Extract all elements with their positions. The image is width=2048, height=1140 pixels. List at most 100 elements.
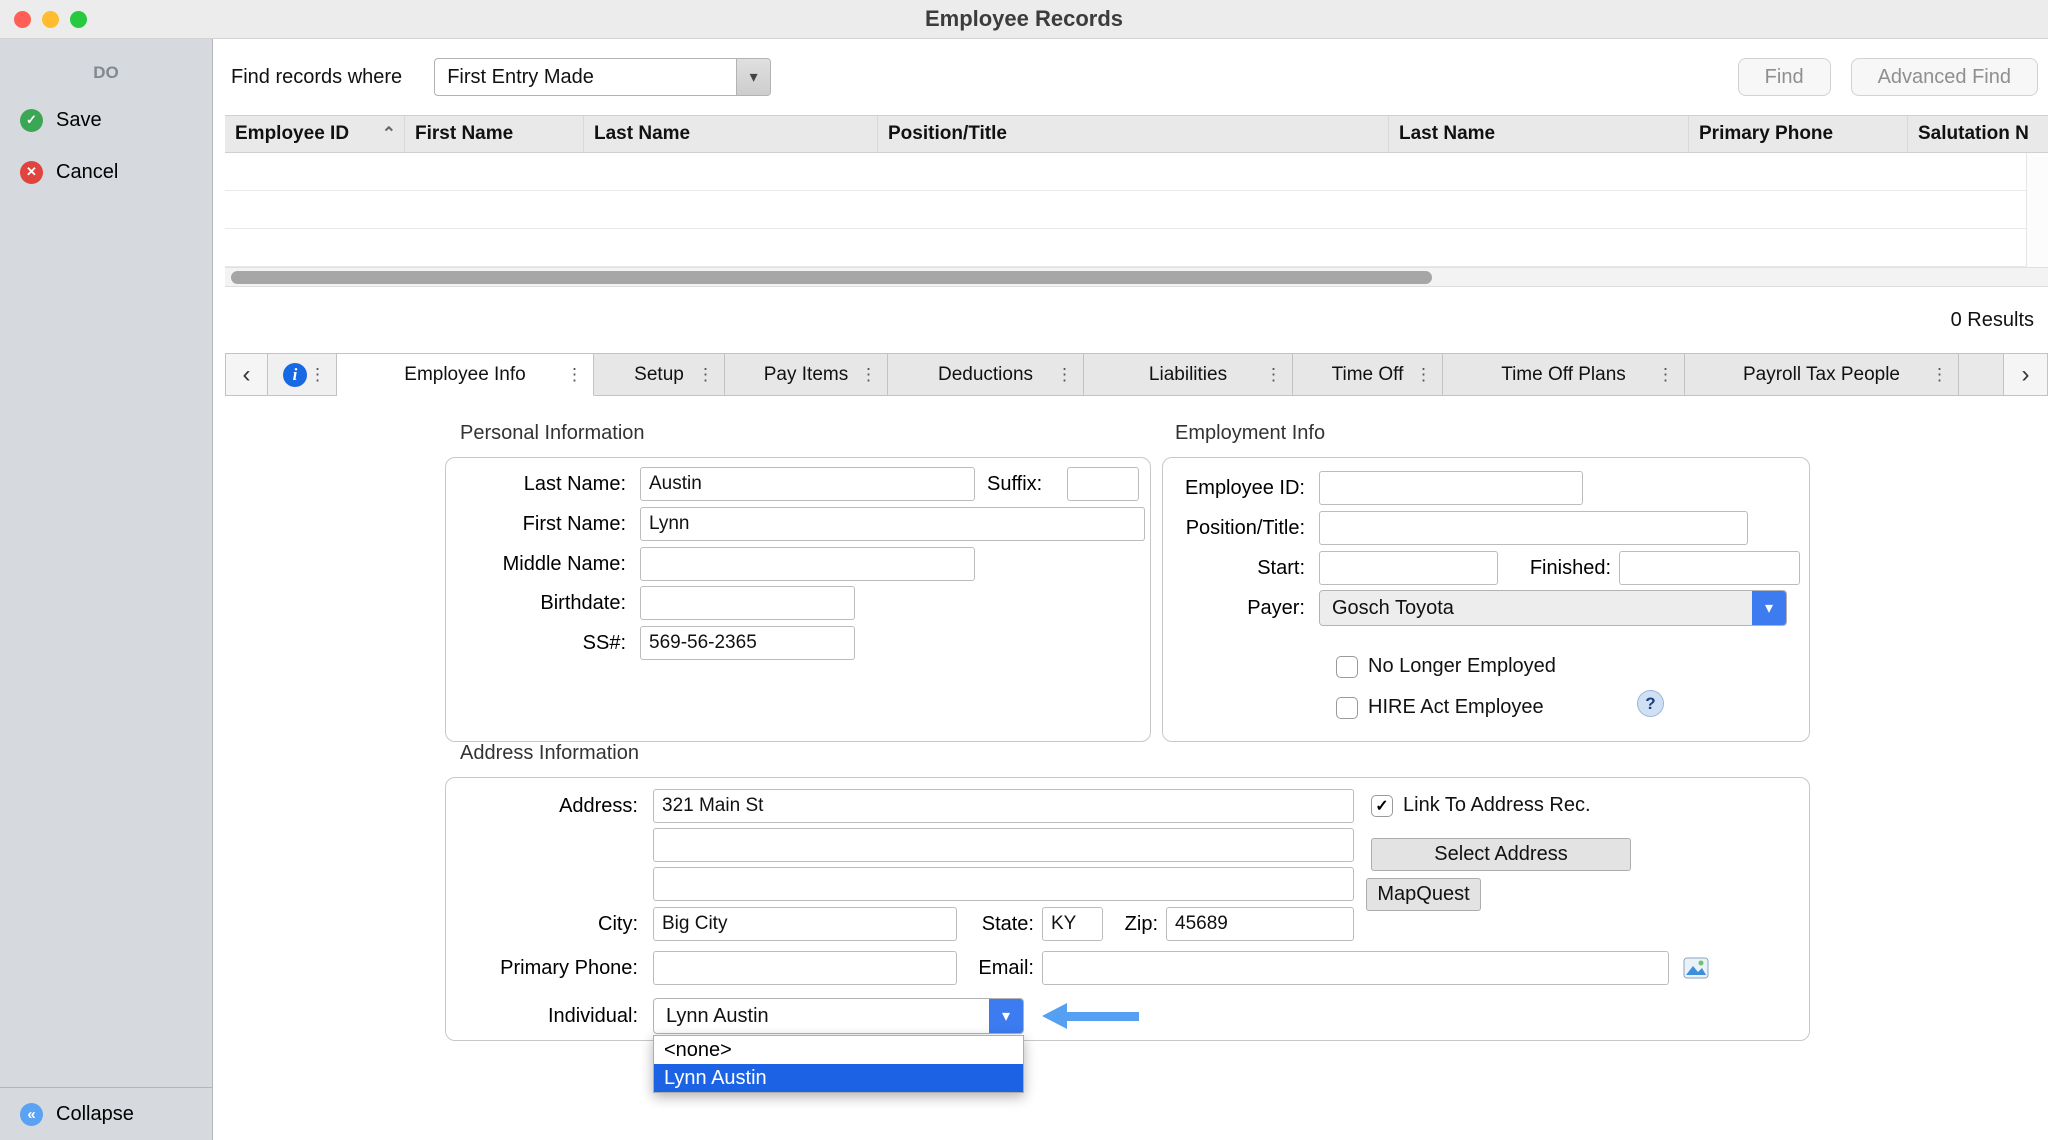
tab-menu-icon[interactable]: ⋮ [309,365,326,385]
tab-scroll-right-button[interactable]: › [2004,354,2048,396]
address-line3-input[interactable] [653,867,1354,901]
horizontal-scrollbar-thumb[interactable] [231,271,1432,284]
no-longer-employed-checkbox[interactable] [1336,656,1358,678]
find-records-where-label: Find records where [231,66,402,89]
primary-phone-label: Primary Phone: [446,957,649,980]
birthdate-input[interactable] [640,586,855,620]
employee-id-input[interactable] [1319,471,1583,505]
tab-time-off[interactable]: Time Off ⋮ [1293,354,1443,396]
suffix-input[interactable] [1067,467,1139,501]
address-line2-input[interactable] [653,828,1354,862]
position-title-input[interactable] [1319,511,1748,545]
pointer-arrow [1042,1003,1139,1029]
table-header-row: Employee ID ⌃ First Name Last Name Posit… [225,115,2048,153]
tab-bar-filler [1959,354,2004,396]
dropdown-chevron-icon[interactable]: ▾ [736,59,770,95]
window-title: Employee Records [0,6,2048,32]
column-header-primary-phone[interactable]: Primary Phone [1689,116,1908,152]
dropdown-option-none[interactable]: <none> [654,1036,1023,1064]
collapse-icon: « [20,1103,43,1126]
find-criteria-dropdown[interactable]: First Entry Made ▾ [434,58,771,96]
tab-menu-icon[interactable]: ⋮ [1931,365,1948,385]
column-header-position-title[interactable]: Position/Title [878,116,1389,152]
payer-dropdown[interactable]: Gosch Toyota ▾ [1319,590,1787,626]
address-label: Address: [446,795,649,818]
zip-input[interactable] [1166,907,1354,941]
advanced-find-button[interactable]: Advanced Find [1851,58,2038,96]
payer-label: Payer: [1163,597,1315,620]
main-content: Find records where First Entry Made ▾ Fi… [213,39,2048,1140]
column-header-first-name[interactable]: First Name [405,116,584,152]
middle-name-label: Middle Name: [446,553,636,576]
tab-scroll-left-button[interactable]: ‹ [225,354,268,396]
address-info-box: Address: ✓ Link To Address Rec. Select A… [445,777,1810,1041]
ssn-label: SS#: [446,632,636,655]
column-header-salutation[interactable]: Salutation N [1908,116,2048,152]
dropdown-chevron-icon[interactable]: ▾ [989,999,1023,1033]
cancel-button[interactable]: ✕ Cancel [0,157,212,187]
email-icon[interactable] [1683,955,1709,981]
finished-input[interactable] [1619,551,1800,585]
payer-value: Gosch Toyota [1320,591,1752,625]
start-input[interactable] [1319,551,1498,585]
tab-liabilities[interactable]: Liabilities ⋮ [1084,354,1293,396]
individual-dropdown[interactable]: Lynn Austin ▾ [653,998,1024,1034]
primary-phone-input[interactable] [653,951,957,985]
last-name-input[interactable] [640,467,975,501]
help-icon[interactable]: ? [1637,690,1664,717]
employment-info-box: Employee ID: Position/Title: Start: Fini… [1162,457,1810,742]
birthdate-label: Birthdate: [446,592,636,615]
tab-menu-icon[interactable]: ⋮ [860,365,877,385]
first-name-input[interactable] [640,507,1145,541]
app-body: DO ✓ Save ✕ Cancel « Collapse Find recor… [0,39,2048,1140]
vertical-scrollbar-track [2026,153,2048,267]
tab-deductions[interactable]: Deductions ⋮ [888,354,1084,396]
zoom-window-button[interactable] [70,11,87,28]
middle-name-input[interactable] [640,547,975,581]
tab-payroll-tax-people[interactable]: Payroll Tax People ⋮ [1685,354,1959,396]
tab-pay-items[interactable]: Pay Items ⋮ [725,354,888,396]
save-check-icon: ✓ [20,109,43,132]
link-to-address-checkbox[interactable]: ✓ [1371,795,1393,817]
email-input[interactable] [1042,951,1669,985]
save-button[interactable]: ✓ Save [0,105,212,135]
column-header-last-name-2[interactable]: Last Name [1389,116,1689,152]
sidebar-header: DO [0,39,212,83]
dropdown-chevron-icon[interactable]: ▾ [1752,591,1786,625]
dropdown-option-lynn-austin[interactable]: Lynn Austin [654,1064,1023,1092]
tab-setup[interactable]: Setup ⋮ [594,354,725,396]
tab-time-off-plans[interactable]: Time Off Plans ⋮ [1443,354,1685,396]
employee-id-label: Employee ID: [1163,477,1315,500]
column-header-last-name[interactable]: Last Name [584,116,878,152]
collapse-button[interactable]: « Collapse [0,1087,212,1140]
tab-info[interactable]: i ⋮ [268,354,337,396]
chevron-right-icon: › [2022,361,2030,389]
state-input[interactable] [1042,907,1103,941]
finished-label: Finished: [1506,557,1611,580]
tab-menu-icon[interactable]: ⋮ [566,365,583,385]
tab-menu-icon[interactable]: ⋮ [1265,365,1282,385]
city-input[interactable] [653,907,957,941]
first-name-label: First Name: [446,513,636,536]
tab-employee-info[interactable]: Employee Info ⋮ [337,354,594,396]
start-label: Start: [1163,557,1315,580]
find-button[interactable]: Find [1738,58,1831,96]
tab-menu-icon[interactable]: ⋮ [1056,365,1073,385]
tab-menu-icon[interactable]: ⋮ [1415,365,1432,385]
minimize-window-button[interactable] [42,11,59,28]
address-line1-input[interactable] [653,789,1354,823]
ssn-input[interactable] [640,626,855,660]
personal-info-box: Last Name: Suffix: First Name: Middle Na… [445,457,1151,742]
column-header-employee-id[interactable]: Employee ID ⌃ [225,116,405,152]
personal-information-title: Personal Information [460,422,645,445]
hire-act-checkbox[interactable] [1336,697,1358,719]
select-address-button[interactable]: Select Address [1371,838,1631,871]
close-window-button[interactable] [14,11,31,28]
zip-label: Zip: [1103,913,1166,936]
individual-label: Individual: [446,1005,649,1028]
last-name-label: Last Name: [446,473,636,496]
tab-menu-icon[interactable]: ⋮ [697,365,714,385]
mapquest-button[interactable]: MapQuest [1366,878,1481,911]
tab-menu-icon[interactable]: ⋮ [1657,365,1674,385]
arrow-tail [1067,1012,1139,1021]
